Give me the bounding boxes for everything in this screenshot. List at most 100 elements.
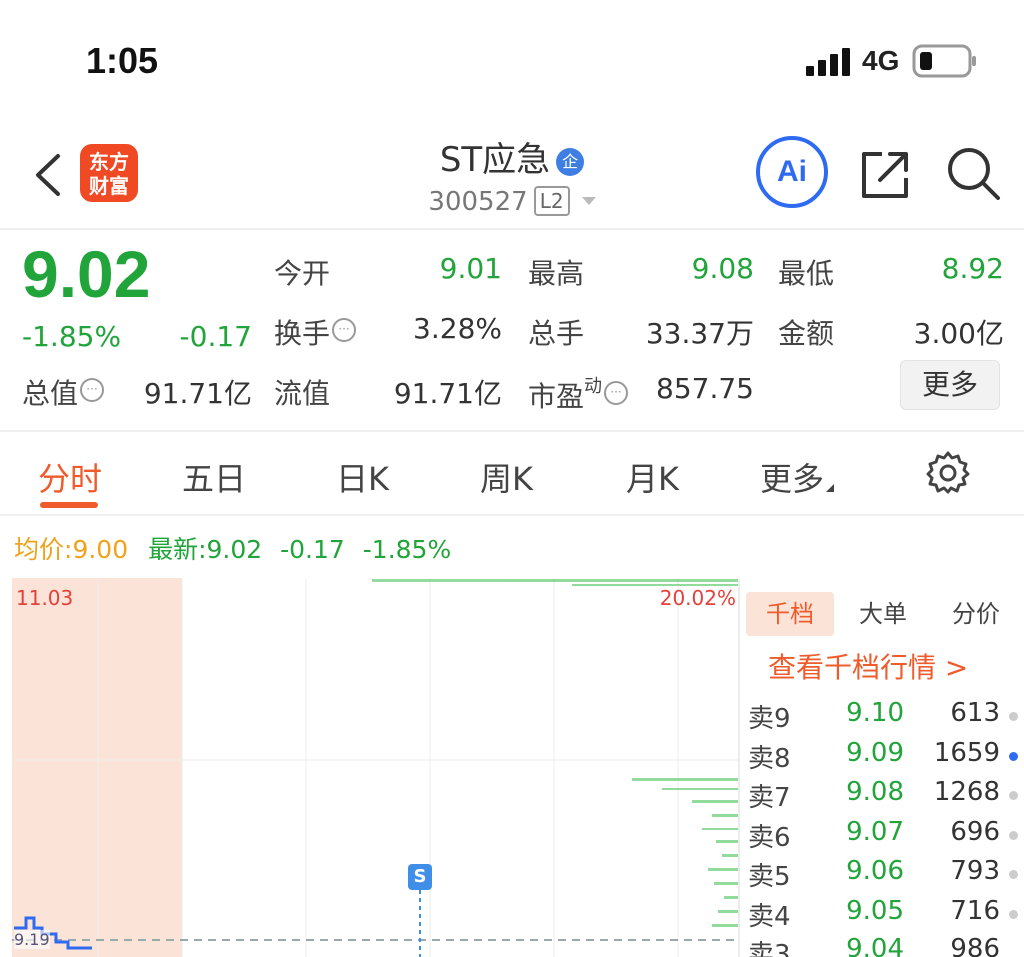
ask-price: 9.09 bbox=[846, 738, 904, 768]
battery-icon bbox=[912, 44, 976, 78]
latest-price-label: 最新: bbox=[148, 535, 207, 564]
order-marker-dot bbox=[1009, 870, 1018, 879]
ask-level: 卖5 bbox=[748, 862, 791, 892]
ask-level: 卖8 bbox=[748, 744, 791, 774]
network-label: 4G bbox=[862, 45, 900, 76]
ask-row[interactable]: 卖5 9.06 793 bbox=[740, 856, 1024, 896]
ask-volume: 1659 bbox=[933, 738, 1000, 768]
market-cap-value: 91.71亿 bbox=[143, 377, 252, 410]
percent-axis-max-label: 20.02% bbox=[659, 586, 736, 610]
ask-volume: 696 bbox=[950, 817, 1000, 847]
ask-price: 9.10 bbox=[846, 698, 904, 728]
ai-button[interactable]: Ai bbox=[756, 136, 828, 208]
change-amount: -0.17 bbox=[179, 320, 252, 353]
caret-icon bbox=[826, 484, 835, 492]
ask-level: 卖4 bbox=[748, 902, 791, 932]
ask-row[interactable]: 卖9 9.10 613 bbox=[740, 698, 1024, 738]
dropdown-caret-icon[interactable] bbox=[581, 197, 596, 205]
latest-change-amount: -0.17 bbox=[280, 535, 345, 564]
quote-panel: 9.02 -1.85% -0.17 今开 9.01 最高 9.08 最低 8.9… bbox=[0, 232, 1024, 432]
signal-marker[interactable]: S bbox=[408, 864, 432, 890]
ask-row[interactable]: 卖4 9.05 716 bbox=[740, 896, 1024, 936]
ask-price: 9.05 bbox=[846, 896, 904, 926]
ask-row[interactable]: 卖3 9.04 986 bbox=[740, 934, 1024, 957]
level-badge: L2 bbox=[533, 186, 570, 216]
turnover-rate-field[interactable]: 换手 ··· bbox=[274, 312, 357, 352]
y-axis-max-label: 11.03 bbox=[16, 586, 74, 610]
latest-change-percent: -1.85% bbox=[362, 535, 452, 564]
float-cap-label: 流值 bbox=[274, 377, 331, 410]
share-icon[interactable] bbox=[856, 146, 914, 204]
nav-divider bbox=[0, 228, 1024, 230]
turnover-rate-label: 换手 bbox=[274, 317, 331, 350]
tab-five-day[interactable]: 五日 bbox=[182, 454, 246, 500]
more-info-icon[interactable]: ··· bbox=[80, 378, 105, 402]
ask-level: 卖6 bbox=[748, 823, 791, 853]
change-percent: -1.85% bbox=[22, 320, 122, 353]
market-cap-field[interactable]: 总值 ··· bbox=[22, 372, 105, 412]
tab-weekly-k[interactable]: 周K bbox=[480, 454, 533, 500]
tab-daily-k[interactable]: 日K bbox=[336, 454, 389, 500]
ask-level: 卖9 bbox=[748, 704, 791, 734]
ask-volume: 1268 bbox=[933, 777, 1000, 807]
ask-volume: 986 bbox=[950, 934, 1000, 957]
stock-code: 300527 bbox=[428, 187, 528, 217]
ask-price: 9.08 bbox=[846, 777, 904, 807]
price-summary-line: 均价:9.00 最新:9.02 -0.17 -1.85% bbox=[14, 530, 451, 566]
turnover-rate-value: 3.28% bbox=[413, 312, 502, 345]
more-quote-button[interactable]: 更多 bbox=[900, 360, 1000, 410]
high-label: 最高 bbox=[528, 257, 585, 290]
low-label: 最低 bbox=[778, 257, 835, 290]
order-marker-dot bbox=[1009, 910, 1018, 919]
stock-name: ST应急 bbox=[439, 140, 551, 180]
active-tab-indicator bbox=[40, 502, 98, 508]
ask-price: 9.07 bbox=[846, 817, 904, 847]
ask-volume: 716 bbox=[950, 896, 1000, 926]
tab-monthly-k[interactable]: 月K bbox=[626, 454, 679, 500]
low-value: 8.92 bbox=[941, 252, 1004, 285]
intraday-chart[interactable]: 11.03 20.02% 9.19 S bbox=[12, 578, 738, 957]
ask-volume: 793 bbox=[950, 856, 1000, 886]
open-label: 今开 bbox=[274, 257, 331, 290]
avg-price-label: 均价: bbox=[14, 535, 73, 564]
ask-row[interactable]: 卖7 9.08 1268 bbox=[740, 777, 1024, 817]
ask-price: 9.04 bbox=[846, 934, 904, 957]
volume-value: 33.37万 bbox=[645, 317, 754, 350]
order-book-panel: 千档 大单 分价 查看千档行情 > 卖9 9.10 613 卖8 9.09 16… bbox=[738, 580, 1024, 957]
tab-intraday[interactable]: 分时 bbox=[38, 454, 102, 500]
amount-value: 3.00亿 bbox=[913, 317, 1004, 350]
quote-divider bbox=[0, 430, 1024, 432]
last-price: 9.02 bbox=[22, 237, 151, 311]
orderbook-tab-price-split[interactable]: 分价 bbox=[932, 592, 1020, 636]
tab-more-label: 更多 bbox=[760, 460, 825, 498]
market-cap-label: 总值 bbox=[22, 377, 79, 410]
status-time: 1:05 bbox=[86, 40, 159, 81]
ask-row[interactable]: 卖8 9.09 1659 bbox=[740, 738, 1024, 778]
order-marker-dot bbox=[1009, 712, 1018, 721]
tab-more[interactable]: 更多 bbox=[760, 454, 835, 500]
ask-price: 9.06 bbox=[846, 856, 904, 886]
nav-bar: 东方财富 ST应急企 300527 L2 Ai bbox=[0, 120, 1024, 230]
pe-label-sup: 动 bbox=[584, 376, 603, 397]
latest-price-value: 9.02 bbox=[206, 535, 263, 564]
y-axis-preclose-label: 9.19 bbox=[14, 930, 50, 949]
amount-label: 金额 bbox=[778, 317, 835, 350]
ask-level: 卖7 bbox=[748, 783, 791, 813]
more-info-icon[interactable]: ··· bbox=[604, 381, 629, 405]
more-info-icon[interactable]: ··· bbox=[332, 318, 357, 342]
status-bar: 1:05 4G bbox=[0, 0, 1024, 120]
pe-field[interactable]: 市盈动 ··· bbox=[528, 372, 629, 415]
view-depth-link[interactable]: 查看千档行情 > bbox=[768, 646, 968, 686]
gear-icon[interactable] bbox=[926, 450, 970, 494]
high-value: 9.08 bbox=[691, 252, 754, 285]
pe-label: 市盈 bbox=[528, 380, 585, 413]
search-icon[interactable] bbox=[944, 144, 1002, 202]
period-tabs: 分时 五日 日K 周K 月K 更多 bbox=[0, 434, 1024, 516]
chart-grid bbox=[12, 578, 738, 957]
ask-row[interactable]: 卖6 9.07 696 bbox=[740, 817, 1024, 857]
orderbook-tab-large-orders[interactable]: 大单 bbox=[840, 592, 926, 636]
order-marker-dot bbox=[1009, 752, 1018, 761]
enterprise-badge-icon: 企 bbox=[556, 148, 585, 176]
chart-canvas bbox=[12, 578, 738, 957]
orderbook-tab-depth[interactable]: 千档 bbox=[746, 592, 834, 636]
